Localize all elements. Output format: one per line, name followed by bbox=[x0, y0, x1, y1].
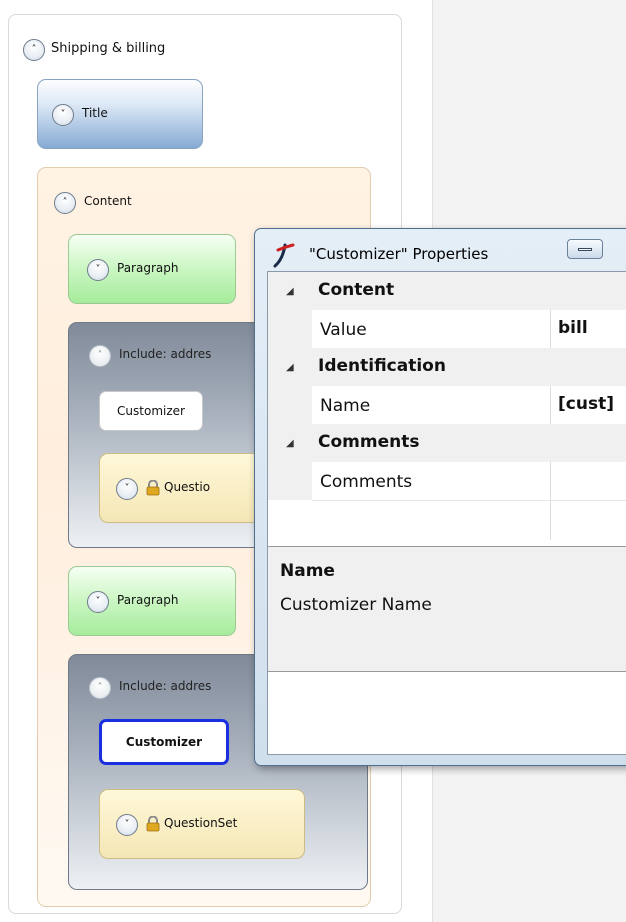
property-grid: ◢ Content Value bill ◢ Identification Na… bbox=[268, 272, 626, 540]
include-label: Include: addres bbox=[119, 679, 212, 693]
chevron-up-icon[interactable]: ˄ bbox=[89, 677, 111, 699]
title-block[interactable]: ˅ Title bbox=[37, 79, 203, 149]
description-text: Customizer Name bbox=[280, 595, 432, 615]
paragraph-label: Paragraph bbox=[117, 593, 179, 607]
minimize-button[interactable] bbox=[567, 239, 603, 259]
paragraph-label: Paragraph bbox=[117, 261, 179, 275]
row-gutter bbox=[268, 462, 312, 500]
questionset-block[interactable]: ˅ QuestionSet bbox=[99, 789, 305, 859]
chevron-down-icon[interactable]: ˅ bbox=[87, 591, 109, 613]
category-label: Identification bbox=[318, 356, 446, 376]
lock-icon bbox=[146, 480, 160, 496]
paragraph-block[interactable]: ˅ Paragraph bbox=[68, 566, 236, 636]
chevron-down-icon[interactable]: ˅ bbox=[116, 478, 138, 500]
customizer-chip-selected[interactable]: Customizer bbox=[99, 719, 229, 765]
chevron-down-icon[interactable]: ˅ bbox=[116, 814, 138, 836]
row-gutter bbox=[268, 310, 312, 348]
property-row-comments[interactable]: Comments bbox=[268, 462, 626, 500]
category-row-identification[interactable]: ◢ Identification bbox=[268, 348, 626, 386]
category-row-content[interactable]: ◢ Content bbox=[268, 272, 626, 310]
questionset-label: Questio bbox=[164, 480, 211, 494]
category-label: Content bbox=[318, 280, 395, 300]
paragraph-block[interactable]: ˅ Paragraph bbox=[68, 234, 236, 304]
chevron-down-icon[interactable]: ˅ bbox=[87, 259, 109, 281]
category-label: Comments bbox=[318, 432, 420, 452]
collapse-triangle-icon[interactable]: ◢ bbox=[286, 362, 294, 373]
collapse-triangle-icon[interactable]: ◢ bbox=[286, 286, 294, 297]
description-pane: Name Customizer Name bbox=[268, 546, 626, 672]
category-row-comments[interactable]: ◢ Comments bbox=[268, 424, 626, 462]
properties-content: ◢ Content Value bill ◢ Identification Na… bbox=[267, 271, 626, 755]
questionset-label: QuestionSet bbox=[164, 816, 238, 830]
chevron-up-icon[interactable]: ˄ bbox=[54, 192, 76, 214]
row-gutter bbox=[268, 386, 312, 424]
chevron-up-icon[interactable]: ˄ bbox=[23, 39, 45, 61]
customizer-chip[interactable]: Customizer bbox=[99, 391, 203, 431]
chevron-up-icon[interactable]: ˄ bbox=[89, 345, 111, 367]
title-block-label: Title bbox=[82, 106, 108, 120]
property-row-value[interactable]: Value bill bbox=[268, 310, 626, 348]
property-name: Comments bbox=[320, 472, 413, 492]
property-value[interactable]: [cust] bbox=[558, 394, 614, 414]
root-label: Shipping & billing bbox=[51, 41, 166, 56]
property-value[interactable]: bill bbox=[558, 318, 588, 338]
property-name: Value bbox=[320, 320, 367, 340]
collapse-triangle-icon[interactable]: ◢ bbox=[286, 438, 294, 449]
property-row-name[interactable]: Name [cust] bbox=[268, 386, 626, 424]
content-block-label: Content bbox=[84, 194, 132, 208]
property-name: Name bbox=[320, 396, 371, 416]
lock-icon bbox=[146, 816, 160, 832]
app-logo-icon bbox=[273, 243, 295, 268]
properties-window-title: "Customizer" Properties bbox=[309, 245, 489, 263]
include-label: Include: addres bbox=[119, 347, 212, 361]
description-title: Name bbox=[280, 561, 335, 581]
row-divider bbox=[312, 500, 626, 501]
properties-window[interactable]: "Customizer" Properties ◢ Content Value … bbox=[254, 228, 626, 766]
chevron-down-icon[interactable]: ˅ bbox=[52, 104, 74, 126]
